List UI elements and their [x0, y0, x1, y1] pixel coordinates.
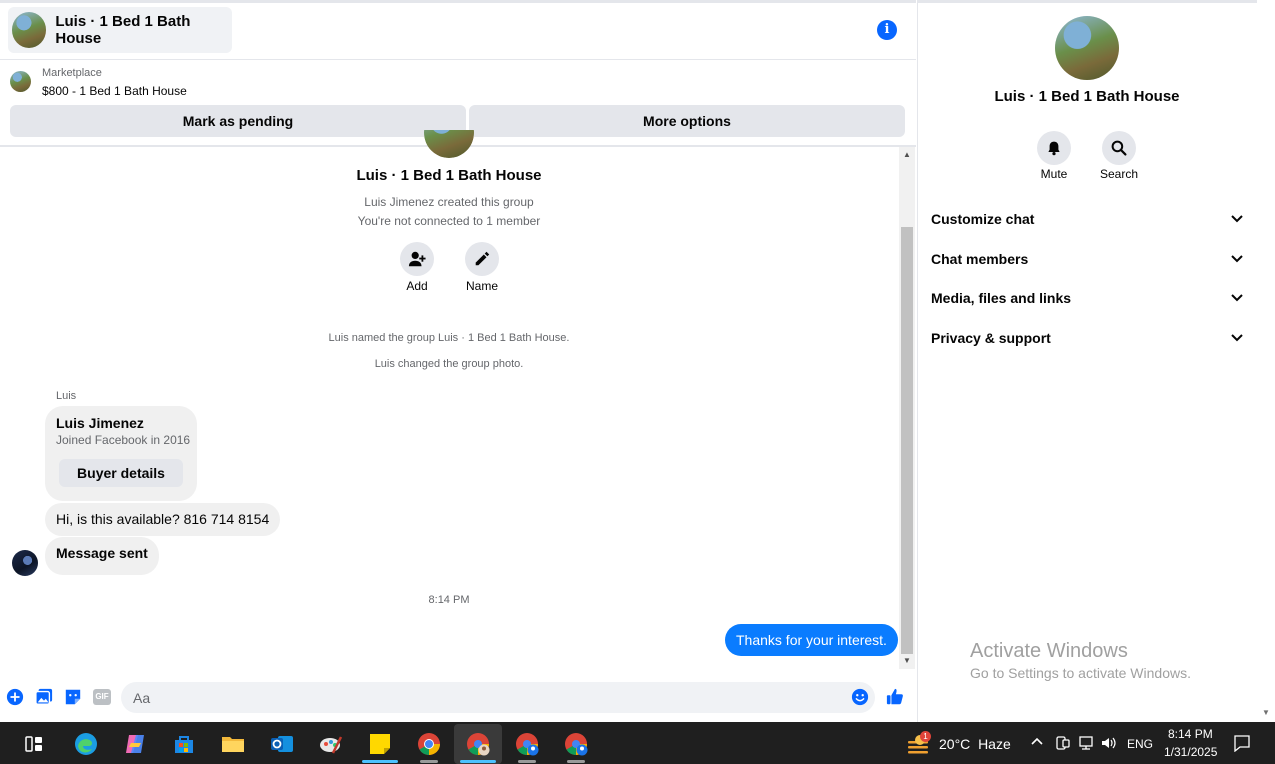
chat-details-panel [917, 0, 1257, 722]
name-label: Name [465, 279, 498, 293]
store-icon[interactable] [168, 728, 200, 760]
chevron-down-icon [1231, 255, 1243, 263]
chat-members-section[interactable]: Chat members [931, 249, 1245, 269]
add-person-icon [408, 251, 426, 267]
network-icon[interactable] [1077, 735, 1095, 756]
weather-widget[interactable]: 20°C Haze [939, 736, 1011, 752]
language-indicator[interactable]: ENG [1127, 737, 1153, 751]
connection-status: You're not connected to 1 member [357, 214, 541, 228]
plus-circle-icon[interactable] [6, 688, 24, 706]
incoming-message[interactable]: Hi, is this available? 816 714 8154 [45, 503, 281, 536]
phone-link-icon[interactable] [1054, 735, 1070, 756]
chevron-down-icon [1231, 294, 1243, 302]
buyer-name: Luis Jimenez [56, 415, 144, 431]
scroll-up-icon[interactable]: ▲ [899, 148, 915, 162]
listing-thumbnail[interactable] [10, 71, 31, 92]
chrome-icon[interactable] [413, 728, 445, 760]
system-message: Luis changed the group photo. [374, 358, 524, 370]
section-label: Customize chat [931, 211, 1035, 227]
sender-avatar[interactable] [12, 550, 38, 576]
chat-title: Luis · 1 Bed 1 Bath House [55, 13, 191, 47]
edge-icon[interactable] [70, 728, 102, 760]
edit-name-button[interactable] [465, 242, 499, 276]
listing-title[interactable]: $800 - 1 Bed 1 Bath House [42, 84, 187, 98]
clock-date[interactable]: 1/31/2025 [1164, 745, 1217, 759]
incoming-message[interactable]: Message sent [45, 537, 159, 575]
media-files-links-section[interactable]: Media, files and links [931, 288, 1245, 308]
group-created-by: Luis Jimenez created this group [364, 195, 534, 209]
section-label: Privacy & support [931, 330, 1051, 346]
privacy-support-section[interactable]: Privacy & support [931, 328, 1245, 348]
buyer-details-button[interactable]: Buyer details [59, 459, 183, 487]
active-app-indicator [362, 760, 398, 763]
outgoing-message[interactable]: Thanks for your interest. [725, 624, 898, 656]
search-label: Search [1099, 167, 1139, 181]
info-icon[interactable]: i [877, 20, 897, 40]
customize-chat-section[interactable]: Customize chat [931, 209, 1245, 229]
search-button[interactable] [1102, 131, 1136, 165]
volume-icon[interactable] [1100, 735, 1118, 756]
scrollbar-thumb[interactable] [901, 227, 913, 654]
system-message: Luis named the group Luis · 1 Bed 1 Bath… [328, 332, 570, 344]
group-avatar-large[interactable] [1055, 16, 1119, 80]
chrome-profile-icon[interactable] [462, 728, 494, 760]
group-name: Luis · 1 Bed 1 Bath House [356, 167, 542, 184]
more-options-button[interactable]: More options [469, 105, 905, 137]
mute-button[interactable] [1037, 131, 1071, 165]
add-member-button[interactable] [400, 242, 434, 276]
pencil-icon [475, 251, 490, 266]
section-label: Media, files and links [931, 290, 1072, 306]
bell-icon [1048, 141, 1060, 156]
section-label: Chat members [931, 251, 1029, 267]
gif-icon[interactable]: GIF [93, 688, 111, 706]
activate-windows-subtitle: Go to Settings to activate Windows. [970, 665, 1191, 681]
activate-windows-title: Activate Windows [970, 640, 1128, 662]
group-avatar [12, 12, 47, 48]
temperature: 20°C [939, 736, 971, 752]
group-photo [424, 130, 474, 158]
task-view-icon[interactable] [18, 728, 50, 760]
paint-app-icon[interactable] [315, 728, 347, 760]
photo-icon[interactable] [35, 688, 53, 706]
weather-condition: Haze [978, 736, 1011, 752]
weather-badge: 1 [920, 731, 931, 742]
search-icon [1111, 140, 1127, 156]
notifications-icon[interactable] [1233, 734, 1251, 757]
add-label: Add [406, 279, 428, 293]
outlook-icon[interactable] [266, 728, 298, 760]
emoji-icon[interactable] [851, 688, 869, 706]
sender-name: Luis [56, 390, 77, 402]
buyer-joined: Joined Facebook in 2016 [56, 433, 191, 447]
marketplace-label: Marketplace [42, 67, 102, 79]
page-scrollbar[interactable] [1257, 0, 1275, 722]
chat-title-button[interactable]: Luis · 1 Bed 1 Bath House [8, 7, 232, 53]
open-app-indicator [518, 760, 536, 763]
sticky-notes-icon[interactable] [364, 728, 396, 760]
copilot-icon[interactable] [119, 728, 151, 760]
weather-icon[interactable]: 1 [906, 731, 932, 755]
thumbs-up-icon[interactable] [886, 688, 904, 706]
scroll-down-icon[interactable]: ▼ [1262, 708, 1270, 717]
open-app-indicator [420, 760, 438, 763]
scroll-down-icon[interactable]: ▼ [899, 654, 915, 668]
chrome-profile-icon[interactable] [511, 728, 543, 760]
chrome-profile-icon[interactable] [560, 728, 592, 760]
chevron-down-icon [1231, 215, 1243, 223]
active-app-indicator [460, 760, 496, 763]
chevron-up-icon[interactable] [1030, 734, 1044, 751]
mute-label: Mute [1040, 167, 1068, 181]
message-timestamp: 8:14 PM [428, 594, 470, 606]
open-app-indicator [567, 760, 585, 763]
mark-as-pending-button[interactable]: Mark as pending [10, 105, 466, 137]
sticker-icon[interactable] [64, 688, 82, 706]
panel-title: Luis · 1 Bed 1 Bath House [994, 88, 1180, 105]
message-input[interactable] [133, 684, 833, 711]
clock-time[interactable]: 8:14 PM [1168, 727, 1213, 741]
chevron-down-icon [1231, 334, 1243, 342]
file-explorer-icon[interactable] [217, 728, 249, 760]
